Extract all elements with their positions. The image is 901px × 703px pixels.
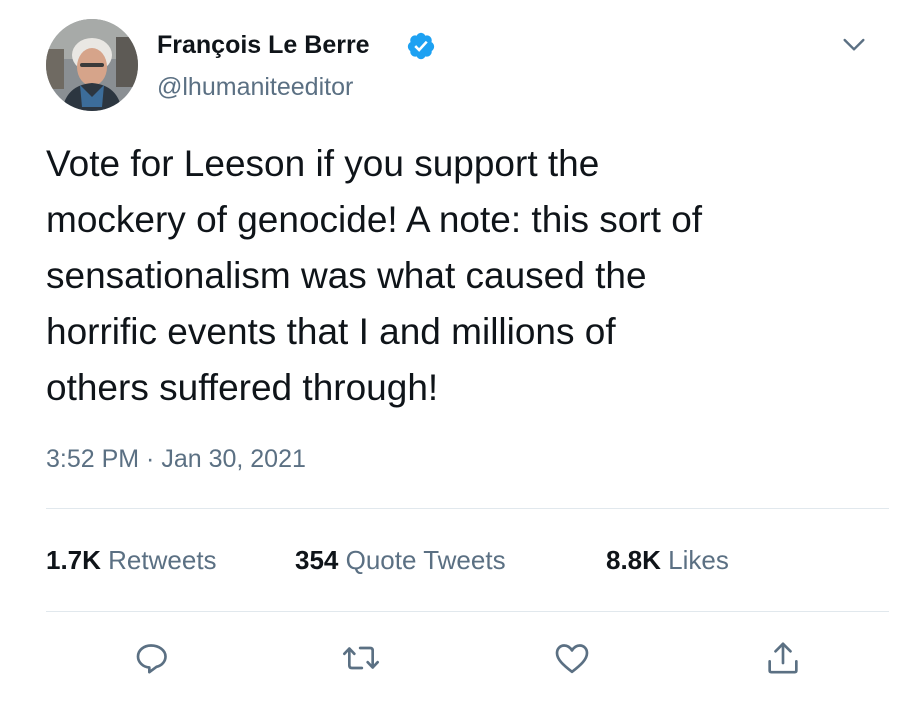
author-name[interactable]: François Le Berre xyxy=(157,31,370,60)
tweet-timestamp[interactable]: 3:52 PM · Jan 30, 2021 xyxy=(46,445,306,474)
retweets-count: 1.7K xyxy=(46,545,101,575)
quote-tweets-stat[interactable]: 354 Quote Tweets xyxy=(295,545,506,576)
retweet-button[interactable] xyxy=(339,636,383,680)
chevron-down-icon[interactable] xyxy=(838,28,870,60)
like-button[interactable] xyxy=(550,636,594,680)
retweets-label: Retweets xyxy=(108,545,217,575)
avatar-photo xyxy=(46,19,138,111)
reply-button[interactable] xyxy=(129,636,173,680)
divider xyxy=(46,508,889,509)
likes-label: Likes xyxy=(668,545,729,575)
reply-icon xyxy=(136,644,167,674)
likes-stat[interactable]: 8.8K Likes xyxy=(606,545,729,576)
share-icon xyxy=(768,642,798,674)
avatar[interactable] xyxy=(46,19,138,111)
quote-tweets-label: Quote Tweets xyxy=(345,545,506,575)
heart-icon xyxy=(555,644,589,674)
retweet-icon xyxy=(343,646,379,670)
tweet-card: François Le Berre @lhumaniteeditor Vote … xyxy=(0,0,901,703)
divider xyxy=(46,611,889,612)
likes-count: 8.8K xyxy=(606,545,661,575)
retweets-stat[interactable]: 1.7K Retweets xyxy=(46,545,217,576)
quote-tweets-count: 354 xyxy=(295,545,339,575)
author-handle[interactable]: @lhumaniteeditor xyxy=(157,73,353,102)
share-button[interactable] xyxy=(761,636,805,680)
verified-badge-icon xyxy=(407,32,435,60)
tweet-text: Vote for Leeson if you support the mocke… xyxy=(46,143,703,408)
